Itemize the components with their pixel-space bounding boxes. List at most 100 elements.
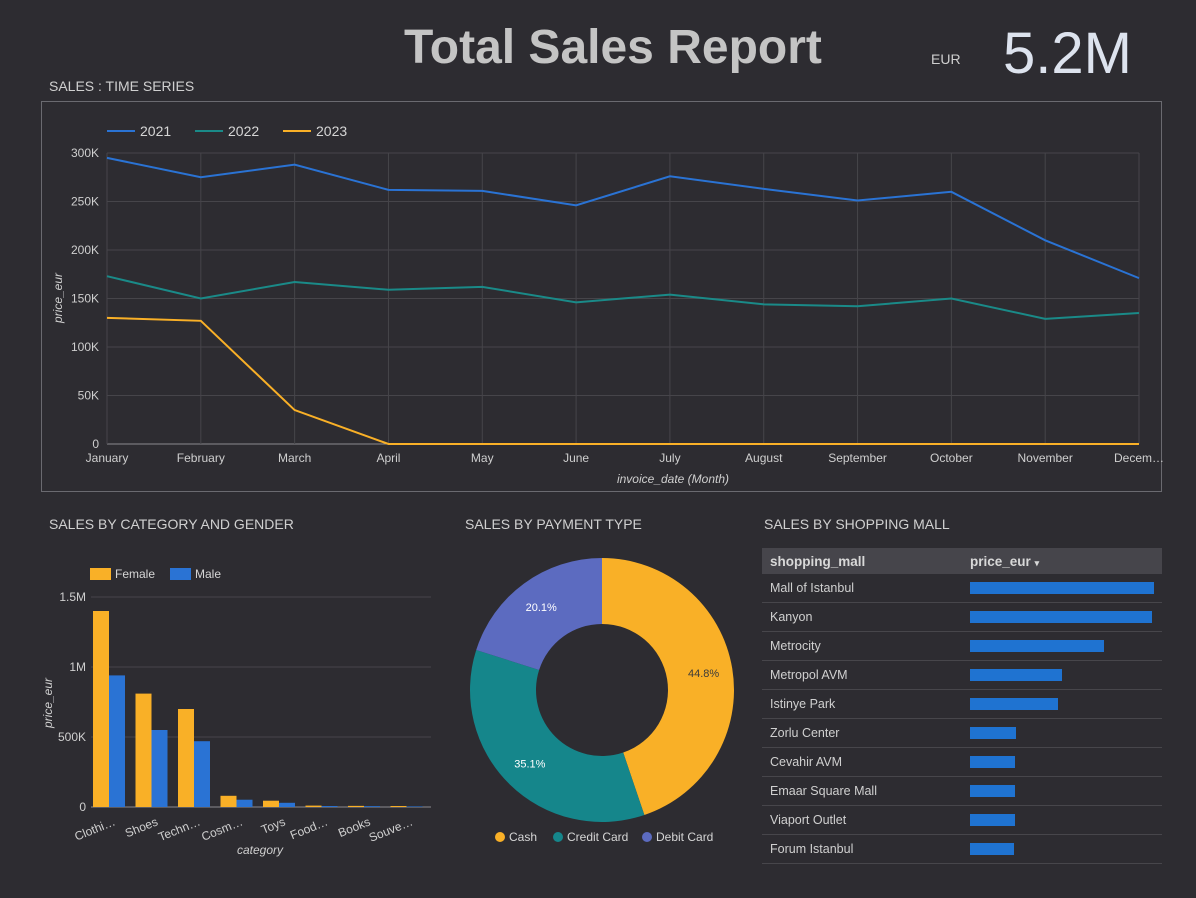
pie-data-label: 44.8%	[688, 668, 719, 680]
y-tick-label: 0	[79, 800, 86, 814]
x-axis-label: invoice_date (Month)	[617, 472, 729, 486]
table-row[interactable]: Istinye Park	[762, 689, 1162, 719]
legend-label-2022: 2022	[228, 123, 259, 139]
y-tick-label: 500K	[58, 730, 86, 744]
category-gender-title: SALES BY CATEGORY AND GENDER	[49, 516, 294, 532]
price-bar	[970, 669, 1062, 681]
x-tick-label: Clothi…	[72, 815, 117, 844]
x-tick-label: Books	[336, 815, 372, 840]
y-axis-label: price_eur	[41, 677, 55, 729]
y-tick-label: 1.5M	[59, 590, 86, 604]
y-tick-label: 200K	[71, 243, 99, 257]
price-bar-cell	[962, 834, 1162, 864]
bar-female	[178, 709, 194, 807]
pie-data-label: 20.1%	[526, 602, 557, 614]
x-tick-label: July	[659, 451, 680, 465]
bar-female	[263, 800, 279, 807]
table-row[interactable]: Cevahir AVM	[762, 747, 1162, 777]
legend-label-2021: 2021	[140, 123, 171, 139]
legend-label-male: Male	[195, 567, 221, 581]
table-row[interactable]: Mall of Istanbul	[762, 574, 1162, 603]
x-axis-label: category	[237, 843, 284, 857]
price-bar	[970, 756, 1016, 768]
pie-slice-debit-card	[476, 558, 602, 670]
payment-type-title: SALES BY PAYMENT TYPE	[465, 516, 642, 532]
table-row[interactable]: Viaport Outlet	[762, 805, 1162, 835]
price-bar-cell	[962, 718, 1162, 748]
mall-name-cell: Forum Istanbul	[762, 834, 962, 864]
bar-female	[348, 805, 364, 807]
bar-male	[406, 806, 423, 807]
price-bar-cell	[962, 631, 1162, 661]
time-series-chart: 0 50K 100K 150K 200K 250K 300K January February M…	[51, 123, 1164, 486]
price-bar	[970, 582, 1154, 594]
table-row[interactable]: Forum Istanbul	[762, 834, 1162, 864]
bar-female	[390, 806, 407, 807]
legend-swatch-debit-card	[642, 832, 652, 842]
pie-slice-credit-card	[470, 649, 645, 822]
mall-name-cell: Cevahir AVM	[762, 747, 962, 777]
price-bar	[970, 640, 1105, 652]
sort-descending-icon[interactable]: ▾	[1035, 558, 1040, 568]
x-tick-label: October	[930, 451, 973, 465]
x-tick-label: Decem…	[1114, 451, 1164, 465]
x-tick-label: Techn…	[156, 815, 202, 844]
y-tick-label: 1M	[69, 660, 86, 674]
x-tick-label: November	[1018, 451, 1073, 465]
x-tick-label: Toys	[259, 815, 287, 837]
column-header-price-eur[interactable]: price_eur ▾	[962, 548, 1162, 574]
series-line-2021	[106, 156, 1140, 280]
mall-name-cell: Istinye Park	[762, 689, 962, 719]
table-header-row: shopping_mall price_eur ▾	[762, 548, 1162, 574]
payment-type-chart: 44.8% 35.1% 20.1% Cash Credit Card Debit Card	[470, 558, 734, 844]
bar-female	[135, 693, 152, 807]
table-row[interactable]: Emaar Square Mall	[762, 776, 1162, 806]
mall-name-cell: Metropol AVM	[762, 660, 962, 690]
mall-name-cell: Zorlu Center	[762, 718, 962, 748]
table-row[interactable]: Metrocity	[762, 631, 1162, 661]
price-bar-cell	[962, 602, 1162, 632]
legend-label-credit-card: Credit Card	[567, 830, 628, 844]
pie-data-label: 35.1%	[514, 759, 545, 771]
price-bar	[970, 611, 1152, 623]
price-bar	[970, 785, 1016, 797]
legend-label-2023: 2023	[316, 123, 347, 139]
mall-name-cell: Kanyon	[762, 602, 962, 632]
price-header-label: price_eur	[970, 553, 1031, 569]
x-tick-label: August	[745, 451, 783, 465]
bar-male	[279, 802, 295, 807]
y-tick-label: 250K	[71, 195, 99, 209]
x-tick-label: Souve…	[367, 815, 415, 845]
y-tick-label: 100K	[71, 340, 99, 354]
bar-male	[109, 675, 125, 807]
legend-swatch-cash	[495, 832, 505, 842]
table-row[interactable]: Zorlu Center	[762, 718, 1162, 748]
y-tick-label: 50K	[78, 389, 99, 403]
legend-label-debit-card: Debit Card	[656, 830, 713, 844]
x-tick-label: March	[278, 451, 311, 465]
shopping-mall-table: shopping_mall price_eur ▾ Mall of Istanb…	[762, 548, 1162, 864]
table-row[interactable]: Metropol AVM	[762, 660, 1162, 690]
x-tick-label: February	[177, 451, 225, 465]
x-tick-label: September	[828, 451, 887, 465]
mall-name-cell: Mall of Istanbul	[762, 574, 962, 603]
shopping-mall-table-wrap: shopping_mall price_eur ▾ Mall of Istanb…	[762, 548, 1162, 864]
price-bar	[970, 698, 1059, 710]
x-tick-label: May	[471, 451, 494, 465]
bar-male	[364, 806, 380, 807]
x-tick-label: April	[376, 451, 400, 465]
legend-label-female: Female	[115, 567, 155, 581]
bar-male	[236, 799, 253, 807]
y-tick-label: 0	[92, 437, 99, 451]
price-bar-cell	[962, 689, 1162, 719]
shopping-mall-title: SALES BY SHOPPING MALL	[764, 516, 950, 532]
y-tick-label: 150K	[71, 292, 99, 306]
x-tick-label: Food…	[288, 815, 330, 843]
price-bar-cell	[962, 805, 1162, 835]
table-row[interactable]: Kanyon	[762, 602, 1162, 632]
category-gender-chart: 0 500K 1M 1.5M Clothi… ShoesTechn…Cosm… Toys Fo…	[41, 567, 431, 857]
column-header-shopping-mall[interactable]: shopping_mall	[762, 548, 962, 574]
x-tick-label: Cosm…	[199, 815, 244, 844]
price-bar	[970, 814, 1016, 826]
legend-swatch-female	[90, 568, 111, 580]
